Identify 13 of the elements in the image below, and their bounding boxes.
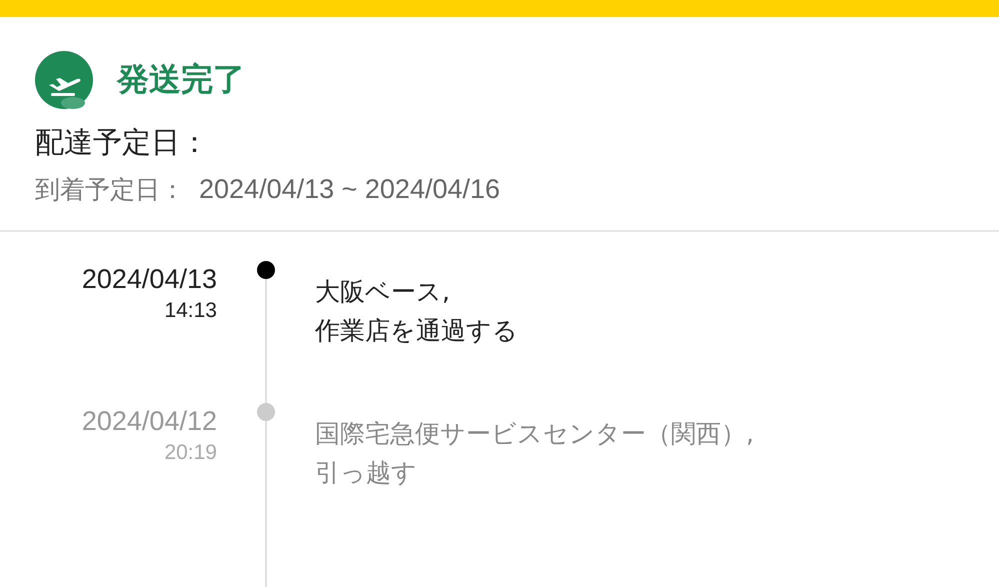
event-description: 作業店を通過する: [315, 315, 519, 347]
event-date: 2024/04/12: [82, 406, 217, 437]
event-description: 引っ越す: [315, 457, 418, 489]
arrival-date-label: 到着予定日：: [35, 174, 185, 206]
airplane-icon: [35, 51, 93, 109]
event-location: 国際宅急便サービスセンター（関西）,: [315, 418, 755, 450]
delivery-date-label: 配達予定日：: [35, 124, 210, 161]
event-location: 大阪ベース,: [315, 276, 451, 308]
event-time: 14:13: [164, 299, 217, 323]
arrival-date-range: 2024/04/13 ~ 2024/04/16: [199, 174, 500, 205]
status-title: 発送完了: [117, 59, 245, 100]
event-date: 2024/04/13: [82, 264, 217, 295]
event-time: 20:19: [164, 441, 217, 465]
